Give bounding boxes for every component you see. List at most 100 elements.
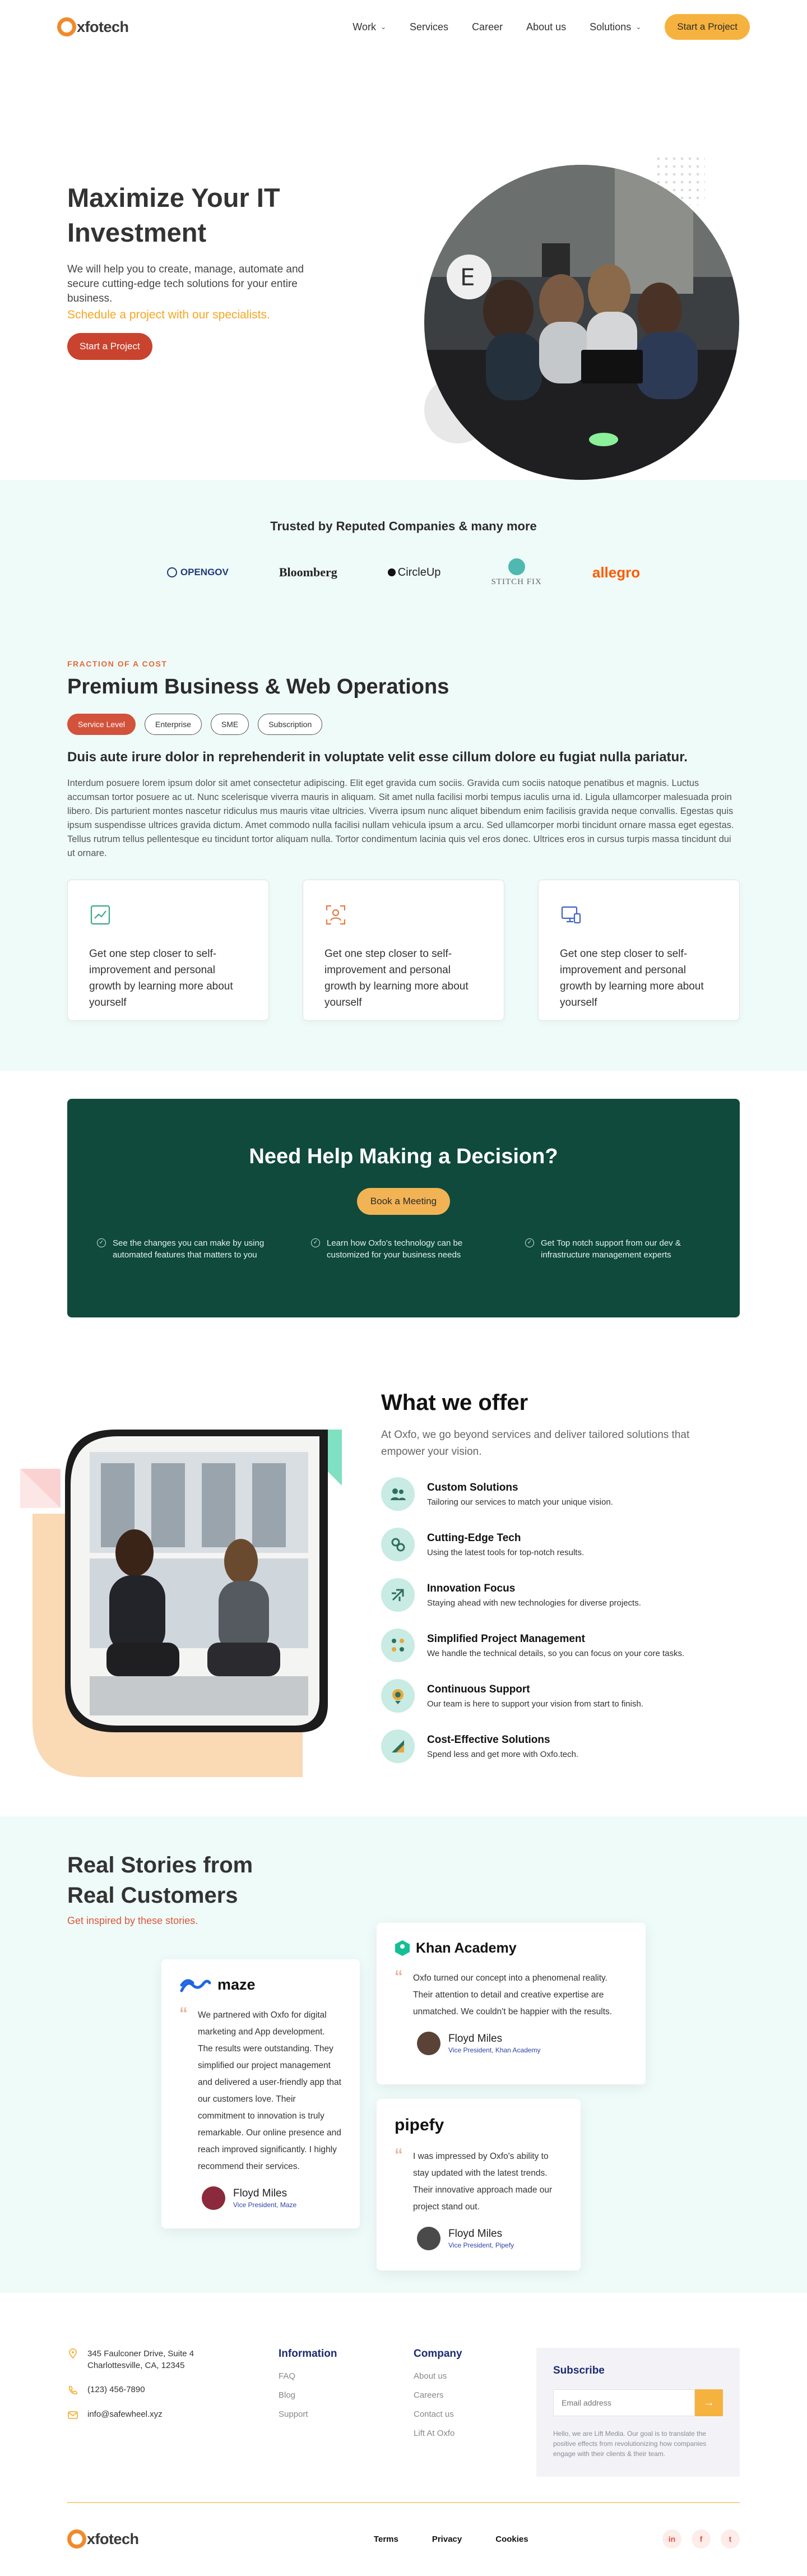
linkedin-icon[interactable]: in — [662, 2529, 681, 2549]
subscribe-note: Hello, we are Lift Media. Our goal is to… — [553, 2430, 707, 2458]
feature-card: Get one step closer to self-improvement … — [67, 880, 269, 1021]
offer-item-text: Innovation Focus Staying ahead with new t… — [427, 1583, 641, 1608]
offer-item-text: Simplified Project Management We handle t… — [427, 1633, 684, 1658]
author-name: Floyd Miles — [448, 2033, 503, 2045]
premium-section: FRACTION OF A COST Premium Business & We… — [0, 627, 807, 1071]
cost-chart-icon — [381, 1729, 415, 1763]
subscribe-title: Subscribe — [553, 2365, 605, 2376]
avatar — [417, 2227, 440, 2250]
testimonial-brand: Khan Academy — [416, 1940, 517, 1956]
author-role: Vice President, Maze — [233, 2201, 297, 2209]
testimonial-text: Oxfo turned our concept into a phenomena… — [413, 1973, 613, 2017]
logo-label: CircleUp — [397, 566, 441, 579]
footer-link-faq[interactable]: FAQ — [279, 2371, 337, 2381]
twitter-icon[interactable]: t — [720, 2529, 740, 2549]
trusted-section: Trusted by Reputed Companies & many more… — [0, 480, 807, 627]
footer-link-about-us[interactable]: About us — [414, 2371, 462, 2381]
target-user-icon — [326, 905, 346, 925]
premium-subtitle: Duis aute irure dolor in reprehenderit i… — [67, 750, 688, 765]
chevron-down-icon: ⌄ — [380, 23, 387, 31]
nav-item-career[interactable]: Career — [472, 21, 503, 33]
offer-content: What we offer At Oxfo, we go beyond serv… — [381, 1390, 717, 1780]
rocket-icon — [381, 1578, 415, 1612]
offer-item-title: Cost-Effective Solutions — [427, 1733, 550, 1746]
footer-link-blog[interactable]: Blog — [279, 2390, 337, 2400]
top-navigation: xfotech Work ⌄ Services Career About us S… — [0, 0, 807, 54]
offer-subtitle: At Oxfo, we go beyond services and deliv… — [381, 1429, 690, 1458]
monitor-icon — [561, 906, 581, 924]
circleup-mark-icon — [387, 568, 396, 576]
arrow-right-icon: → — [703, 2396, 715, 2409]
nav-item-work[interactable]: Work ⌄ — [353, 21, 386, 33]
offer-item: Innovation Focus Staying ahead with new t… — [381, 1578, 717, 1612]
book-meeting-button[interactable]: Book a Meeting — [356, 1188, 451, 1215]
footer-link-lift-at-oxfo[interactable]: Lift At Oxfo — [414, 2429, 462, 2438]
footer-brand-logo[interactable]: xfotech — [67, 2529, 139, 2549]
footer-link-careers[interactable]: Careers — [414, 2390, 462, 2400]
offer-list: Custom Solutions Tailoring our services t… — [381, 1477, 717, 1763]
brand-name: xfotech — [77, 18, 129, 35]
check-circle-icon: ✓ — [97, 1238, 106, 1247]
nav-item-about-us[interactable]: About us — [526, 21, 566, 33]
offer-item-text: Cutting-Edge Tech Using the latest tools … — [427, 1532, 584, 1557]
footer-info-title: Information — [279, 2348, 337, 2360]
offer-item-title: Continuous Support — [427, 1683, 530, 1695]
decision-points: ✓ See the changes you can make by using a… — [67, 1237, 740, 1261]
testimonial-author: Floyd Miles Vice President, Pipefy — [417, 2227, 563, 2250]
link-cookies[interactable]: Cookies — [495, 2535, 528, 2544]
footer-link-support[interactable]: Support — [279, 2409, 337, 2419]
opengov-logo: OPENGOV — [166, 567, 229, 578]
offer-item-desc: We handle the technical details, so you … — [427, 1648, 685, 1658]
author-role: Vice President, Khan Academy — [448, 2046, 541, 2054]
offer-item-title: Simplified Project Management — [427, 1632, 585, 1645]
facebook-icon[interactable]: f — [691, 2529, 711, 2549]
pipefy-brand: pipefy — [395, 2116, 563, 2135]
quote-icon: “ — [395, 2145, 403, 2164]
tasks-icon — [381, 1629, 415, 1662]
author-info: Floyd Miles Vice President, Khan Academy — [448, 2033, 541, 2054]
avatar — [202, 2186, 225, 2210]
nav-item-services[interactable]: Services — [410, 21, 448, 33]
footer-email[interactable]: info@safewheel.xyz — [87, 2409, 163, 2419]
start-project-nav-button[interactable]: Start a Project — [665, 14, 750, 40]
author-name: Floyd Miles — [233, 2187, 287, 2199]
tab-sme[interactable]: SME — [210, 714, 249, 735]
footer-link-contact-us[interactable]: Contact us — [414, 2409, 462, 2419]
offer-item: Simplified Project Management We handle t… — [381, 1629, 717, 1662]
nav-item-label: About us — [526, 21, 567, 33]
testimonial-body: “ We partnered with Oxfo for digital mar… — [179, 2004, 342, 2175]
email-field[interactable] — [553, 2389, 695, 2416]
premium-content: FRACTION OF A COST Premium Business & We… — [67, 627, 740, 1021]
footer-phone[interactable]: (123) 456-7890 — [87, 2385, 145, 2394]
decision-point: ✓ Get Top notch support from our dev & in… — [525, 1237, 710, 1261]
offer-item: Continuous Support Our team is here to su… — [381, 1679, 717, 1713]
offer-item: Custom Solutions Tailoring our services t… — [381, 1477, 717, 1511]
nav-links: Work ⌄ Services Career About us Solutions… — [353, 14, 750, 40]
quote-icon: “ — [395, 1967, 403, 1986]
tab-subscription[interactable]: Subscription — [258, 714, 323, 735]
offer-item-text: Cost-Effective Solutions Spend less and g… — [427, 1734, 578, 1759]
subscribe-form: → — [553, 2389, 723, 2416]
logo-o-mark — [67, 2529, 86, 2549]
nav-item-label: Career — [472, 21, 503, 33]
offer-item-title: Cutting-Edge Tech — [427, 1532, 521, 1544]
quote-icon: “ — [179, 2004, 188, 2023]
decision-point-text: Learn how Oxfo's technology can be custo… — [327, 1238, 463, 1260]
author-role: Vice President, Pipefy — [448, 2241, 514, 2249]
tab-enterprise[interactable]: Enterprise — [145, 714, 202, 735]
tab-service-level[interactable]: Service Level — [67, 714, 136, 735]
check-circle-icon: ✓ — [311, 1238, 320, 1247]
start-project-hero-button[interactable]: Start a Project — [67, 333, 152, 360]
offer-item-title: Innovation Focus — [427, 1582, 516, 1594]
allegro-logo: allegro — [592, 563, 641, 581]
link-privacy[interactable]: Privacy — [432, 2535, 462, 2544]
decision-point: ✓ Learn how Oxfo's technology can be cust… — [311, 1237, 496, 1261]
nav-item-solutions[interactable]: Solutions ⌄ — [590, 21, 641, 33]
brand-logo[interactable]: xfotech — [57, 17, 129, 36]
link-terms[interactable]: Terms — [374, 2535, 398, 2544]
feature-card-text: Get one step closer to self-improvement … — [89, 948, 233, 1009]
footer-divider — [67, 2502, 740, 2503]
bloomberg-logo: Bloomberg — [279, 565, 337, 579]
subscribe-submit-button[interactable]: → — [695, 2389, 723, 2416]
premium-body: Interdum posuere lorem ipsum dolor sit a… — [67, 778, 734, 858]
